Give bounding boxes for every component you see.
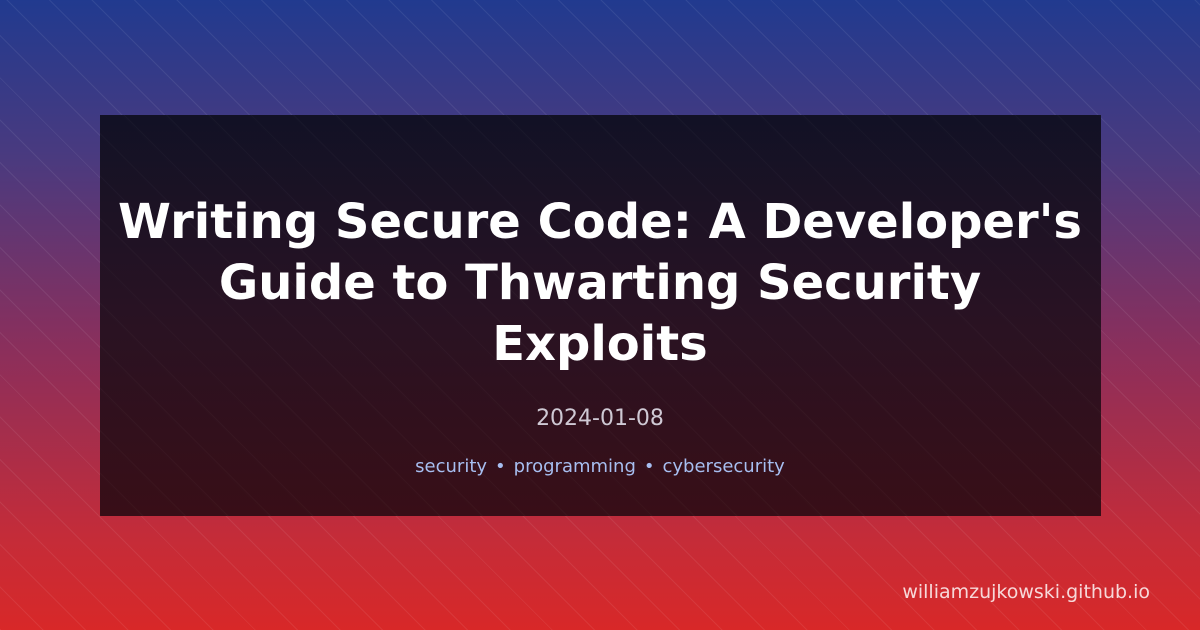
tag-cybersecurity: cybersecurity xyxy=(662,456,785,477)
tag-security: security xyxy=(415,456,488,477)
site-domain: williamzujkowski.github.io xyxy=(902,581,1150,603)
tag-separator: • xyxy=(495,456,506,477)
tag-programming: programming xyxy=(513,456,636,477)
post-tags: security • programming • cybersecurity xyxy=(0,456,1200,478)
post-title: Writing Secure Code: A Developer's Guide… xyxy=(118,194,1082,372)
post-date: 2024-01-08 xyxy=(536,406,664,431)
tag-separator: • xyxy=(643,456,655,477)
